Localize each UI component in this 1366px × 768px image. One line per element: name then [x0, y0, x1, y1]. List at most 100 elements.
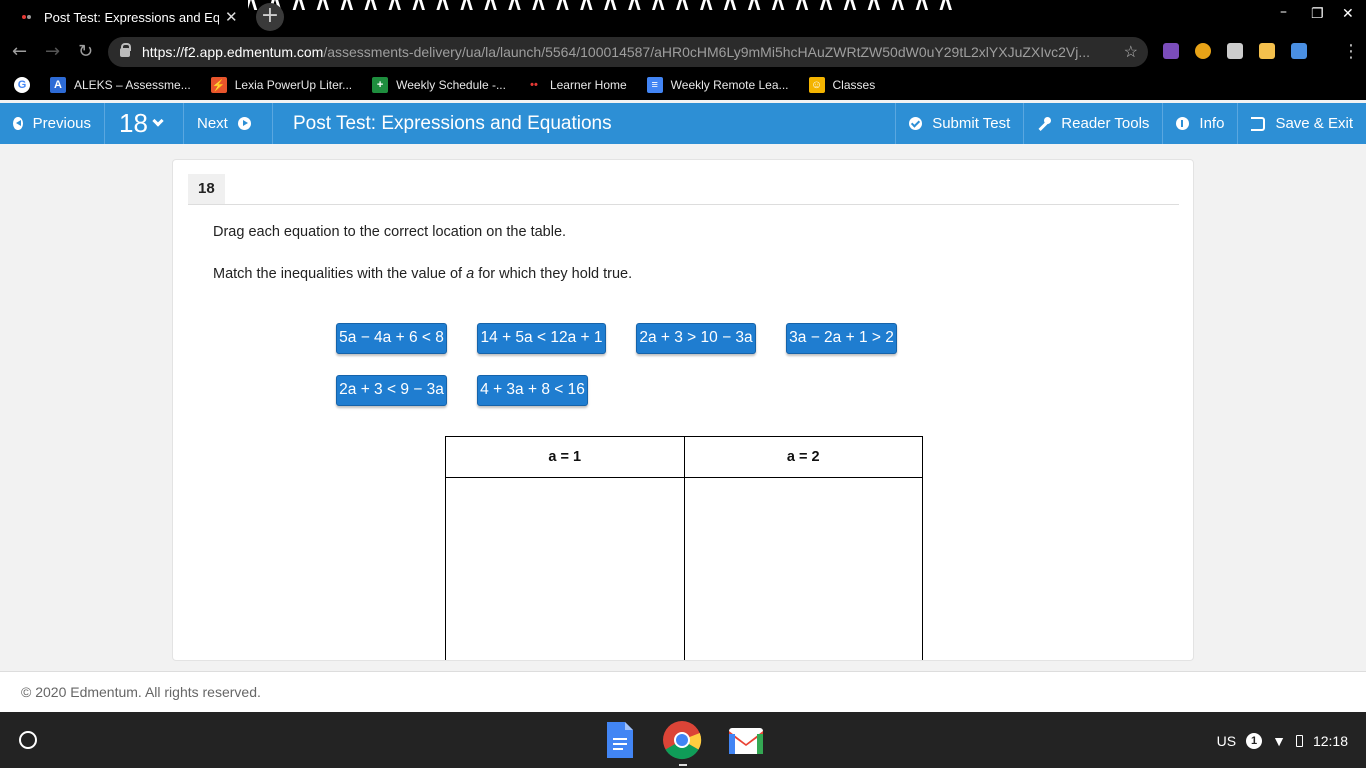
- edmentum-icon: ••: [530, 79, 538, 91]
- chrome-icon[interactable]: [662, 720, 702, 760]
- test-title: Post Test: Expressions and Equations: [293, 112, 612, 134]
- next-button[interactable]: Next: [184, 103, 273, 144]
- divider: [188, 204, 1179, 205]
- url-host: https://f2.app.edmentum.com: [142, 44, 324, 60]
- menu-kebab-icon[interactable]: ⋮: [1342, 41, 1360, 62]
- previous-button[interactable]: Previous: [0, 103, 105, 144]
- theme-decoration: ∧∧∧∧∧∧∧∧∧∧∧∧∧∧∧∧∧∧∧∧∧∧∧∧∧∧∧∧∧∧: [240, 0, 1236, 10]
- google-bookmark[interactable]: G: [14, 77, 38, 93]
- bookmarks-bar: G A ALEKS – Assessme... ⚡ Lexia PowerUp …: [0, 70, 1366, 100]
- instruction-match: Match the inequalities with the value of…: [213, 266, 632, 282]
- maximize-icon[interactable]: ❐: [1311, 6, 1324, 22]
- tab-title: Post Test: Expressions and Equa: [44, 9, 219, 25]
- question-number: 18: [119, 108, 148, 138]
- classroom-icon: ☺: [808, 77, 825, 93]
- wifi-icon: ▼: [1272, 733, 1286, 749]
- browser-tab-strip: ∧∧∧∧∧∧∧∧∧∧∧∧∧∧∧∧∧∧∧∧∧∧∧∧∧∧∧∧∧∧ Post Test…: [0, 0, 1366, 34]
- input-locale: US: [1216, 733, 1237, 749]
- bookmark-learner-home[interactable]: •• Learner Home: [526, 77, 627, 93]
- info-button[interactable]: Info: [1162, 103, 1237, 144]
- save-exit-button[interactable]: Save & Exit: [1237, 103, 1366, 144]
- notification-badge: 1: [1246, 733, 1263, 749]
- reload-icon[interactable]: ↻: [78, 41, 93, 62]
- draggable-tile[interactable]: 2a + 3 > 10 − 3a: [636, 323, 756, 354]
- instruction-text: Match the inequalities with the value of: [213, 266, 467, 282]
- check-circle-icon: [909, 117, 923, 130]
- url-path: /assessments-delivery/ua/la/launch/5564/…: [323, 44, 1091, 60]
- lexia-icon: ⚡: [210, 77, 227, 93]
- assessment-toolbar: Previous 18 Next Post Test: Expressions …: [0, 103, 1366, 144]
- match-table: a = 1 a = 2: [445, 436, 923, 660]
- submit-label: Submit Test: [932, 115, 1011, 132]
- save-exit-label: Save & Exit: [1275, 115, 1353, 132]
- wrench-icon: [1037, 116, 1052, 131]
- bookmark-label: Lexia PowerUp Liter...: [234, 78, 353, 92]
- draggable-tile[interactable]: 3a − 2a + 1 > 2: [786, 323, 897, 354]
- bookmark-label: Classes: [832, 78, 876, 92]
- lock-icon: [120, 42, 131, 57]
- extension-mail-icon[interactable]: [1227, 43, 1243, 59]
- question-selector[interactable]: 18: [105, 103, 184, 144]
- instruction-text: for which they hold true.: [474, 266, 633, 282]
- aleks-icon: A: [50, 77, 66, 93]
- next-label: Next: [197, 115, 228, 132]
- draggable-tile[interactable]: 5a − 4a + 6 < 8: [336, 323, 447, 354]
- instruction-drag: Drag each equation to the correct locati…: [213, 224, 567, 240]
- minimize-icon[interactable]: –: [1280, 4, 1287, 20]
- launcher-icon[interactable]: [19, 731, 37, 749]
- drop-zone-a2[interactable]: [683, 477, 923, 660]
- bookmark-weekly-remote[interactable]: ≡ Weekly Remote Lea...: [646, 77, 789, 93]
- browser-tab[interactable]: Post Test: Expressions and Equa ✕: [8, 0, 248, 34]
- draggable-tile[interactable]: 14 + 5a < 12a + 1: [477, 323, 606, 354]
- question-card: 18 Drag each equation to the correct loc…: [172, 159, 1194, 661]
- active-app-indicator: [679, 764, 687, 766]
- new-tab-button[interactable]: +: [256, 3, 284, 31]
- draggable-tile[interactable]: 2a + 3 < 9 − 3a: [336, 375, 447, 406]
- draggable-tile[interactable]: 4 + 3a + 8 < 16: [477, 375, 588, 406]
- bookmark-label: Weekly Remote Lea...: [670, 78, 789, 92]
- arrow-left-circle-icon: [13, 117, 23, 130]
- bookmark-label: ALEKS – Assessme...: [74, 78, 191, 92]
- sheets-icon: +: [372, 77, 389, 93]
- address-bar[interactable]: https://f2.app.edmentum.com/assessments-…: [108, 37, 1148, 67]
- bookmark-label: Weekly Schedule -...: [396, 78, 506, 92]
- google-docs-icon[interactable]: [599, 720, 639, 760]
- drop-zone-a1[interactable]: [445, 477, 685, 660]
- bookmark-aleks[interactable]: A ALEKS – Assessme...: [50, 77, 191, 93]
- info-label: Info: [1199, 115, 1225, 132]
- reader-tools-button[interactable]: Reader Tools: [1023, 103, 1162, 144]
- back-arrow-icon[interactable]: ←: [12, 41, 27, 62]
- previous-label: Previous: [32, 115, 91, 132]
- extension-rw-icon[interactable]: [1163, 43, 1179, 59]
- clock: 12:18: [1312, 733, 1348, 749]
- chevron-down-icon: [152, 114, 164, 127]
- extension-cube-icon[interactable]: [1291, 43, 1307, 59]
- arrow-right-circle-icon: [237, 117, 251, 130]
- bookmark-classes[interactable]: ☺ Classes: [808, 77, 876, 93]
- page-footer: © 2020 Edmentum. All rights reserved.: [0, 671, 1366, 712]
- column-header-a1: a = 1: [445, 436, 685, 478]
- gmail-icon[interactable]: [726, 720, 766, 760]
- google-icon: G: [14, 77, 30, 93]
- reader-tools-label: Reader Tools: [1061, 115, 1150, 132]
- submit-test-button[interactable]: Submit Test: [895, 103, 1023, 144]
- extension-location-icon[interactable]: [1195, 43, 1211, 59]
- sign-out-icon: [1251, 116, 1266, 131]
- bookmark-lexia[interactable]: ⚡ Lexia PowerUp Liter...: [210, 77, 353, 93]
- system-tray[interactable]: US 1 ▼ 12:18: [1209, 728, 1356, 754]
- column-header-a2: a = 2: [683, 436, 923, 478]
- battery-icon: [1295, 735, 1303, 747]
- forward-arrow-icon[interactable]: →: [45, 41, 60, 62]
- extension-grid-icon[interactable]: [1259, 43, 1275, 59]
- bookmark-label: Learner Home: [549, 78, 627, 92]
- close-window-icon[interactable]: ✕: [1342, 6, 1354, 22]
- info-icon: [1176, 117, 1190, 130]
- os-shelf: US 1 ▼ 12:18: [0, 712, 1366, 768]
- bookmark-weekly-schedule[interactable]: + Weekly Schedule -...: [372, 77, 506, 93]
- docs-icon: ≡: [646, 77, 663, 93]
- edmentum-favicon-icon: [22, 11, 34, 23]
- tab-close-icon[interactable]: ✕: [225, 8, 238, 26]
- bookmark-star-icon[interactable]: ☆: [1124, 42, 1138, 62]
- instruction-variable: a: [466, 266, 475, 282]
- question-number-badge: 18: [188, 174, 225, 204]
